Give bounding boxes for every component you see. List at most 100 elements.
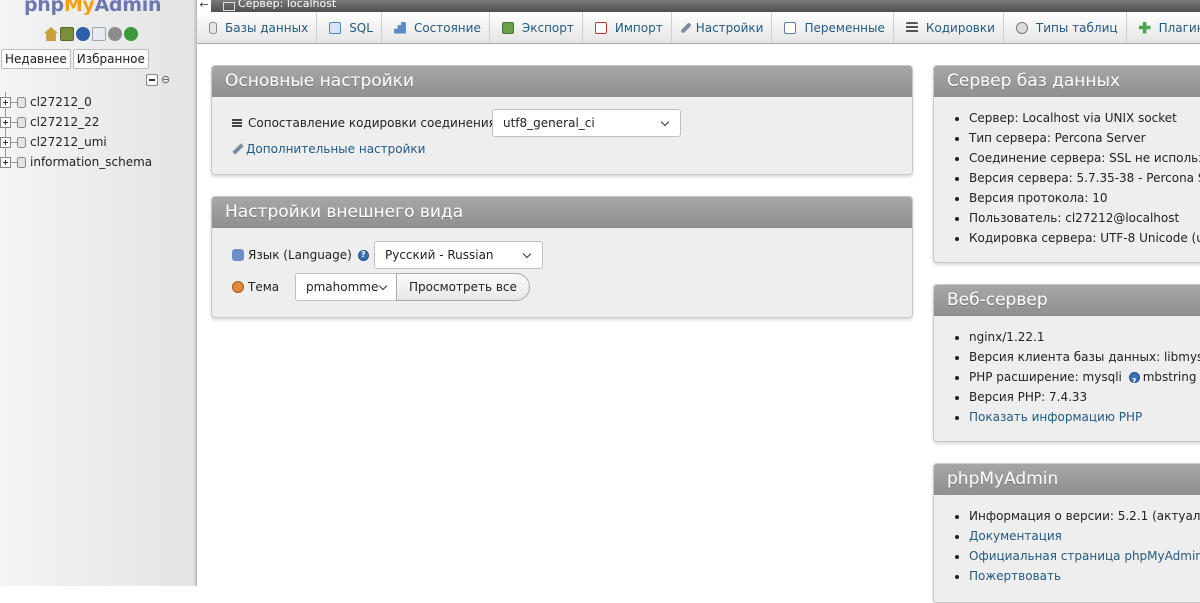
documentation-link[interactable]: Документация <box>969 529 1062 543</box>
db-client-version: Версия клиента базы данных: libmysql - m… <box>969 347 1200 367</box>
collation-label-row: Сопоставление кодировки соединения: <box>232 116 522 130</box>
database-icon <box>17 156 26 168</box>
expand-icon[interactable] <box>0 96 11 108</box>
collation-select[interactable]: utf8_general_ci <box>492 109 681 137</box>
server-breadcrumb[interactable]: Сервер: localhost <box>238 0 336 9</box>
server-info-item: Соединение сервера: SSL не используется <box>969 148 1200 168</box>
donate-item: Пожертвовать <box>969 566 1200 586</box>
php-ext-mbstring: mbstring <box>1142 370 1197 384</box>
tree-item-db-0[interactable]: cl27212_0 <box>0 92 152 112</box>
help-icon[interactable] <box>1128 372 1140 392</box>
tab-sql[interactable]: SQL <box>317 12 382 43</box>
tab-label: Плагины <box>1158 20 1200 35</box>
favorites-tab[interactable]: Избранное <box>72 49 149 69</box>
docs-item: Документация <box>969 526 1200 546</box>
panel-title: phpMyAdmin <box>934 464 1200 495</box>
database-icon <box>17 96 26 108</box>
server-info-item: Пользователь: cl27212@localhost <box>969 208 1200 228</box>
tab-import[interactable]: Импорт <box>583 12 672 43</box>
expand-icon[interactable] <box>0 136 11 148</box>
database-tree: cl27212_0 cl27212_22 cl27212_umi informa… <box>0 92 152 172</box>
server-info-list: Сервер: Localhost via UNIX socket Тип се… <box>934 108 1200 248</box>
official-page-link[interactable]: Официальная страница phpMyAdmin <box>969 549 1200 563</box>
tab-plugins[interactable]: Плагины <box>1127 12 1200 43</box>
tab-export[interactable]: Экспорт <box>490 12 583 43</box>
web-server-panel: Веб-сервер nginx/1.22.1 Версия клиента б… <box>933 284 1200 442</box>
tab-label: Переменные <box>804 20 885 35</box>
home-icon[interactable] <box>44 27 58 41</box>
server-info-item: Версия сервера: 5.7.35-38 - Percona Serv… <box>969 168 1200 188</box>
variables-icon <box>784 21 797 34</box>
chevron-down-icon <box>378 281 388 291</box>
server-info-item: Кодировка сервера: UTF-8 Unicode (utf8mb… <box>969 228 1200 248</box>
donate-link[interactable]: Пожертвовать <box>969 569 1061 583</box>
tab-label: Импорт <box>614 20 663 35</box>
tab-label: SQL <box>349 20 373 35</box>
expand-icon[interactable] <box>0 116 11 128</box>
phpmyadmin-info-panel: phpMyAdmin Информация о версии: 5.2.1 (а… <box>933 463 1200 603</box>
php-ext-label: PHP расширение: mysqli <box>969 370 1122 384</box>
back-arrow-icon[interactable]: ← <box>197 0 211 12</box>
phpmyadmin-logo[interactable]: phpMyAdmin <box>24 0 161 16</box>
tab-status[interactable]: Состояние <box>382 12 490 43</box>
database-name[interactable]: cl27212_umi <box>30 135 107 149</box>
export-icon <box>501 21 514 34</box>
expand-icon[interactable] <box>0 156 11 168</box>
docs-icon[interactable] <box>92 27 106 41</box>
tab-charsets[interactable]: Кодировки <box>894 12 1004 43</box>
panel-title: Сервер баз данных <box>934 66 1200 97</box>
tab-settings[interactable]: Настройки <box>672 12 773 43</box>
reload-icon[interactable] <box>124 27 138 41</box>
database-name[interactable]: information_schema <box>30 155 152 169</box>
collapse-all-button[interactable] <box>146 74 158 86</box>
tab-label: Экспорт <box>521 20 574 35</box>
theme-value: pmahomme <box>306 280 379 294</box>
server-info-item: Версия протокола: 10 <box>969 188 1200 208</box>
tab-databases[interactable]: Базы данных <box>197 12 318 43</box>
collation-icon <box>232 118 242 128</box>
nav-resizer[interactable] <box>194 0 197 586</box>
collation-value: utf8_general_ci <box>503 116 595 130</box>
database-name[interactable]: cl27212_22 <box>30 115 99 129</box>
database-server-panel: Сервер баз данных Сервер: Localhost via … <box>933 65 1200 263</box>
help-icon[interactable] <box>76 27 90 41</box>
nav-recent-favorites: Недавнее Избранное <box>1 49 149 69</box>
web-server-list: nginx/1.22.1 Версия клиента базы данных:… <box>934 327 1200 427</box>
server-breadcrumb-bar: ← Сервер: localhost <box>197 0 1200 12</box>
panel-title: Настройки внешнего вида <box>212 197 912 228</box>
theme-select[interactable]: pmahomme <box>295 273 397 301</box>
database-icon <box>209 21 217 34</box>
server-info-item: Сервер: Localhost via UNIX socket <box>969 108 1200 128</box>
tree-item-db-2[interactable]: cl27212_umi <box>0 132 152 152</box>
tree-item-db-3[interactable]: information_schema <box>0 152 152 172</box>
php-info-link[interactable]: Показать информацию PHP <box>969 410 1142 424</box>
logo-part-my: My <box>63 0 95 16</box>
nav-icon-bar <box>44 27 138 43</box>
help-icon[interactable] <box>357 249 369 261</box>
official-page-item: Официальная страница phpMyAdmin <box>969 546 1200 566</box>
tree-item-db-1[interactable]: cl27212_22 <box>0 112 152 132</box>
status-icon <box>393 21 406 34</box>
tab-variables[interactable]: Переменные <box>772 12 894 43</box>
language-icon <box>232 249 244 261</box>
link-with-main-icon[interactable]: ⊖ <box>161 74 170 86</box>
tree-controls: ⊖ <box>146 74 170 86</box>
language-select[interactable]: Русский - Russian <box>374 241 543 269</box>
appearance-settings-panel: Настройки внешнего вида Язык (Language) … <box>211 196 913 318</box>
top-menu: Базы данных SQL Состояние Экспорт Импорт… <box>197 12 1200 44</box>
settings-icon[interactable] <box>108 27 122 41</box>
server-info-item: Тип сервера: Percona Server <box>969 128 1200 148</box>
more-settings-row: Дополнительные настройки <box>232 142 425 156</box>
tab-label: Типы таблиц <box>1035 20 1118 35</box>
recent-tab[interactable]: Недавнее <box>1 49 71 69</box>
tab-engines[interactable]: Типы таблиц <box>1004 12 1127 43</box>
exit-icon[interactable] <box>60 27 74 41</box>
database-name[interactable]: cl27212_0 <box>30 95 92 109</box>
pma-info-list: Информация о версии: 5.2.1 (актуально) Д… <box>934 506 1200 586</box>
more-settings-link[interactable]: Дополнительные настройки <box>246 142 425 156</box>
wrench-icon <box>232 143 244 155</box>
chevron-down-icon <box>522 249 532 259</box>
view-all-themes-button[interactable]: Просмотреть все <box>396 273 530 301</box>
chevron-down-icon <box>660 117 670 127</box>
nginx-version: nginx/1.22.1 <box>969 327 1200 347</box>
